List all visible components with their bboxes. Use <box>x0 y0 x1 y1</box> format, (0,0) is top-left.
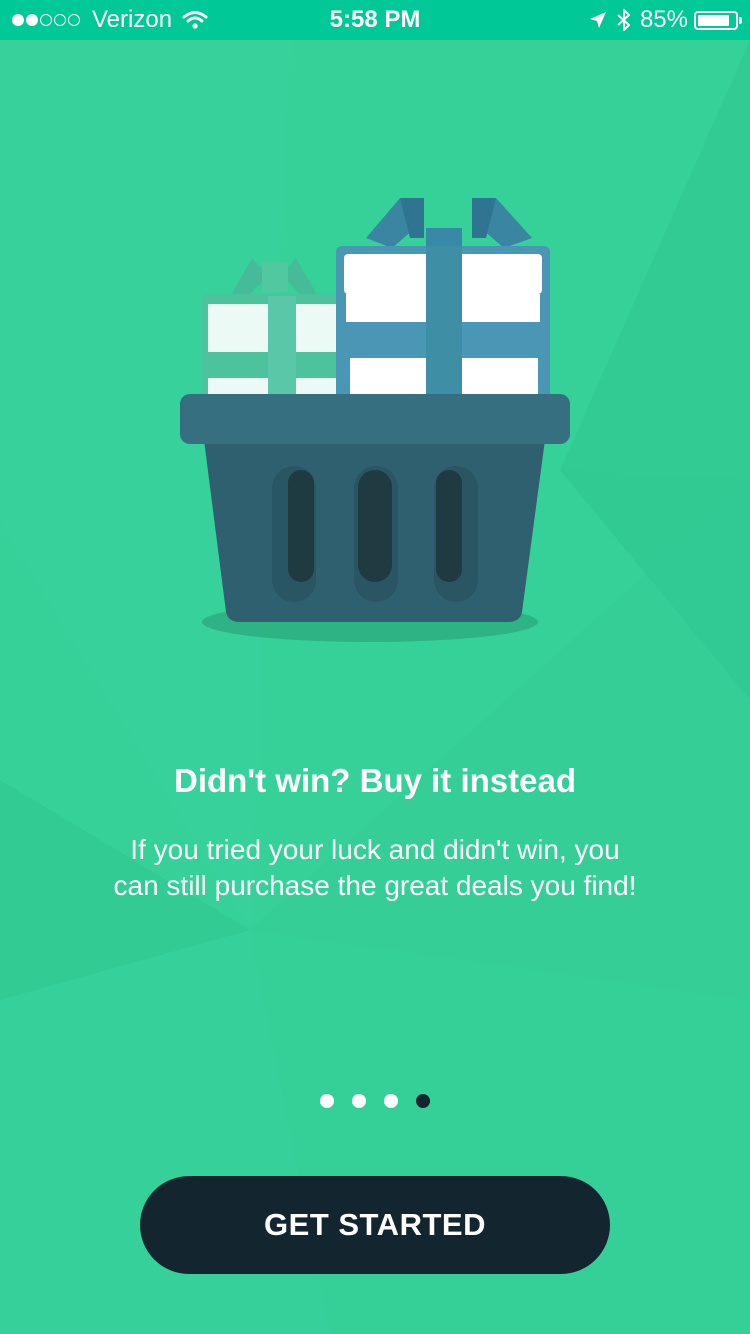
page-dot-2[interactable] <box>352 1094 366 1108</box>
onboarding-description: If you tried your luck and didn't win, y… <box>75 832 675 904</box>
onboarding-description-line-1: If you tried your luck and didn't win, y… <box>130 834 620 865</box>
battery-icon <box>694 10 742 30</box>
status-bar: Verizon 5:58 PM 85% <box>0 0 750 40</box>
get-started-button[interactable]: GET STARTED <box>140 1176 610 1274</box>
large-gift-icon <box>336 198 550 400</box>
gift-basket-illustration <box>180 198 570 642</box>
status-right: 85% <box>588 6 742 34</box>
location-arrow-icon <box>589 12 606 28</box>
bluetooth-icon <box>617 9 630 31</box>
battery-percent: 85% <box>639 6 688 33</box>
basket-icon <box>180 394 570 622</box>
page-dot-1[interactable] <box>320 1094 334 1108</box>
page-dot-3[interactable] <box>384 1094 398 1108</box>
battery-level <box>698 14 729 26</box>
onboarding-description-line-2: can still purchase the great deals you f… <box>113 870 637 901</box>
onboarding-title: Didn't win? Buy it instead <box>173 762 576 799</box>
page-dot-4[interactable] <box>416 1094 430 1108</box>
small-gift-icon <box>202 258 350 398</box>
page-indicator <box>0 1094 750 1108</box>
